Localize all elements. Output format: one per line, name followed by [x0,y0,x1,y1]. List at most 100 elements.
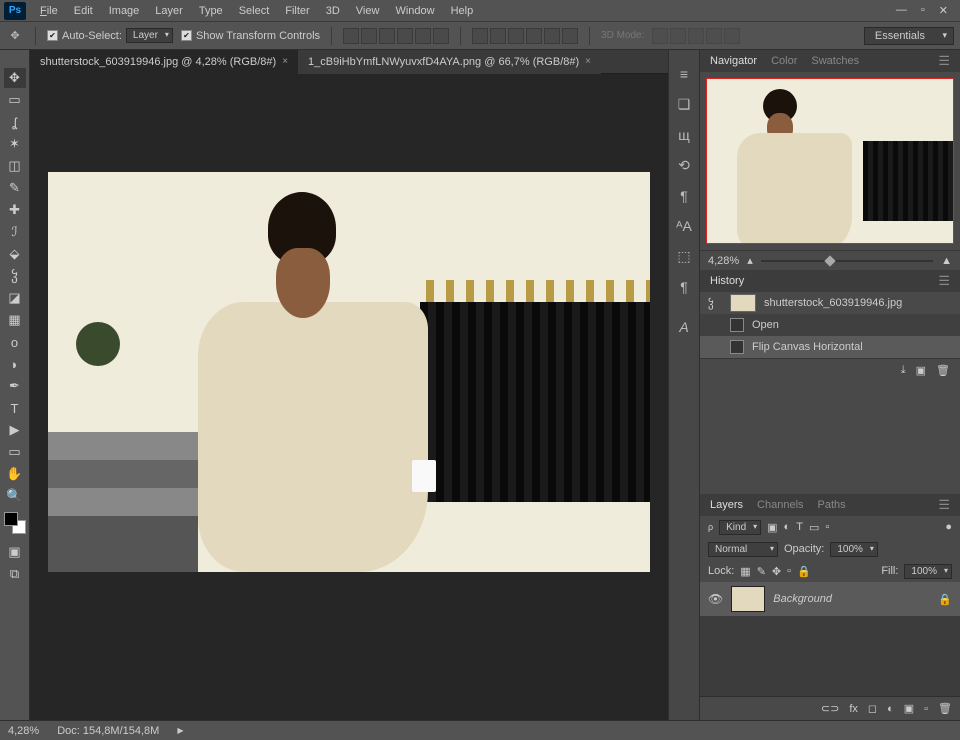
trash-icon[interactable]: 🗑 [936,364,950,377]
lock-pixels-icon[interactable]: ▦ [740,565,750,578]
distribute-buttons[interactable] [472,28,578,44]
close-button[interactable]: ✕ [939,4,948,17]
panel-icon[interactable]: ¶ [680,279,688,295]
menu-window[interactable]: Window [387,3,442,19]
new-layer-icon[interactable]: ▫ [924,703,928,715]
gradient-tool[interactable]: ▦ [4,310,26,330]
move-tool-icon[interactable]: ✥ [6,27,24,45]
fx-icon[interactable]: fx [849,703,858,715]
panel-icon[interactable]: ⬚ [677,248,690,265]
filter-adjust-icon[interactable]: ◐ [784,521,791,533]
tab-history[interactable]: History [710,275,744,287]
menu-3d[interactable]: 3D [318,3,348,19]
group-icon[interactable]: ▣ [904,702,914,715]
visibility-toggle[interactable]: 👁 [708,592,723,606]
panel-icon[interactable]: ᴬA [676,218,692,234]
status-doc-size[interactable]: Doc: 154,8M/154,8M [57,725,159,737]
marquee-tool[interactable]: ▭ [4,90,26,110]
menu-layer[interactable]: Layer [147,3,191,19]
quick-select-tool[interactable]: ✶ [4,134,26,154]
zoom-in-icon[interactable]: ▲ [941,255,952,267]
panel-icon[interactable]: ≡ [680,66,688,82]
tab-paths[interactable]: Paths [818,499,846,511]
lock-paint-icon[interactable]: ✎ [757,565,766,578]
panel-icon[interactable]: щ [678,127,690,143]
menu-type[interactable]: Type [191,3,231,19]
navigator-zoom-value[interactable]: 4,28% [708,255,739,267]
mask-icon[interactable]: ◻ [868,702,877,715]
auto-select-checkbox[interactable]: ✔ [47,30,58,41]
color-swatches[interactable] [4,512,26,534]
trash-icon[interactable]: 🗑 [938,702,952,715]
layer-row-background[interactable]: 👁 Background 🔒 [700,582,960,616]
lock-position-icon[interactable]: ✥ [772,565,781,578]
adjustment-icon[interactable]: ◐ [887,703,894,715]
history-source[interactable]: ჴ shutterstock_603919946.jpg [700,292,960,314]
move-tool[interactable]: ✥ [4,68,26,88]
lock-artboard-icon[interactable]: ▫ [787,565,791,577]
tab-navigator[interactable]: Navigator [710,55,757,67]
history-item-flip[interactable]: Flip Canvas Horizontal [700,336,960,358]
minimize-button[interactable]: — [896,4,907,17]
eyedropper-tool[interactable]: ✎ [4,178,26,198]
navigator-preview[interactable] [700,72,960,250]
quick-mask-toggle[interactable]: ▣ [4,542,26,562]
blur-tool[interactable]: ο [4,332,26,352]
zoom-slider[interactable] [761,260,933,262]
3d-mode-buttons[interactable] [652,28,740,44]
filter-smart-icon[interactable]: ▫ [825,521,829,533]
history-brush-source-icon[interactable]: ჴ [708,297,722,310]
history-item-open[interactable]: Open [700,314,960,336]
crop-tool[interactable]: ◫ [4,156,26,176]
menu-select[interactable]: Select [231,3,278,19]
menu-file[interactable]: File [32,3,66,19]
blend-mode-dropdown[interactable]: Normal [708,542,778,557]
menu-image[interactable]: Image [101,3,148,19]
close-tab-icon[interactable]: × [585,56,591,67]
close-tab-icon[interactable]: × [282,56,288,67]
panel-icon[interactable]: ⟲ [678,157,690,174]
hand-tool[interactable]: ✋ [4,464,26,484]
panel-menu-icon[interactable]: ☰ [938,273,950,289]
auto-select-dropdown[interactable]: Layer [126,28,173,43]
path-select-tool[interactable]: ▶ [4,420,26,440]
panel-menu-icon[interactable]: ☰ [938,497,950,513]
link-layers-icon[interactable]: ⊂⊃ [821,702,839,715]
canvas[interactable] [30,74,668,720]
clone-tool[interactable]: ⬙ [4,244,26,264]
zoom-out-icon[interactable]: ▴ [747,254,753,267]
menu-help[interactable]: Help [443,3,482,19]
panel-menu-icon[interactable]: ☰ [938,53,950,69]
workspace-dropdown[interactable]: Essentials [864,27,954,45]
opacity-input[interactable]: 100% [830,542,878,557]
type-tool[interactable]: T [4,398,26,418]
snapshot-icon[interactable]: ▣ [916,364,926,377]
align-buttons[interactable] [343,28,449,44]
status-caret-icon[interactable]: ▶ [177,726,183,735]
dodge-tool[interactable]: ◗ [4,354,26,374]
status-zoom[interactable]: 4,28% [8,725,39,737]
eraser-tool[interactable]: ◪ [4,288,26,308]
healing-tool[interactable]: ✚ [4,200,26,220]
show-transform-checkbox[interactable]: ✔ [181,30,192,41]
filter-shape-icon[interactable]: ▭ [809,521,819,534]
zoom-tool[interactable]: 🔍 [4,486,26,506]
tab-layers[interactable]: Layers [710,499,743,511]
panel-icon[interactable]: A [679,319,688,335]
filter-type-icon[interactable]: T [796,521,803,533]
tab-color[interactable]: Color [771,55,797,67]
tab-channels[interactable]: Channels [757,499,803,511]
kind-dropdown[interactable]: Kind [719,520,761,535]
menu-filter[interactable]: Filter [277,3,317,19]
restore-button[interactable]: ▫ [921,4,925,17]
filter-pixel-icon[interactable]: ▣ [767,521,777,534]
panel-icon[interactable]: ¶ [680,188,688,204]
tab-swatches[interactable]: Swatches [811,55,859,67]
document-tab-0[interactable]: shutterstock_603919946.jpg @ 4,28% (RGB/… [30,50,298,74]
lasso-tool[interactable]: ʆ [4,112,26,132]
fill-input[interactable]: 100% [904,564,952,579]
lock-all-icon[interactable]: 🔒 [797,565,811,578]
history-brush-tool[interactable]: ჴ [4,266,26,286]
create-document-icon[interactable]: ⤓ [901,364,906,377]
menu-view[interactable]: View [348,3,388,19]
